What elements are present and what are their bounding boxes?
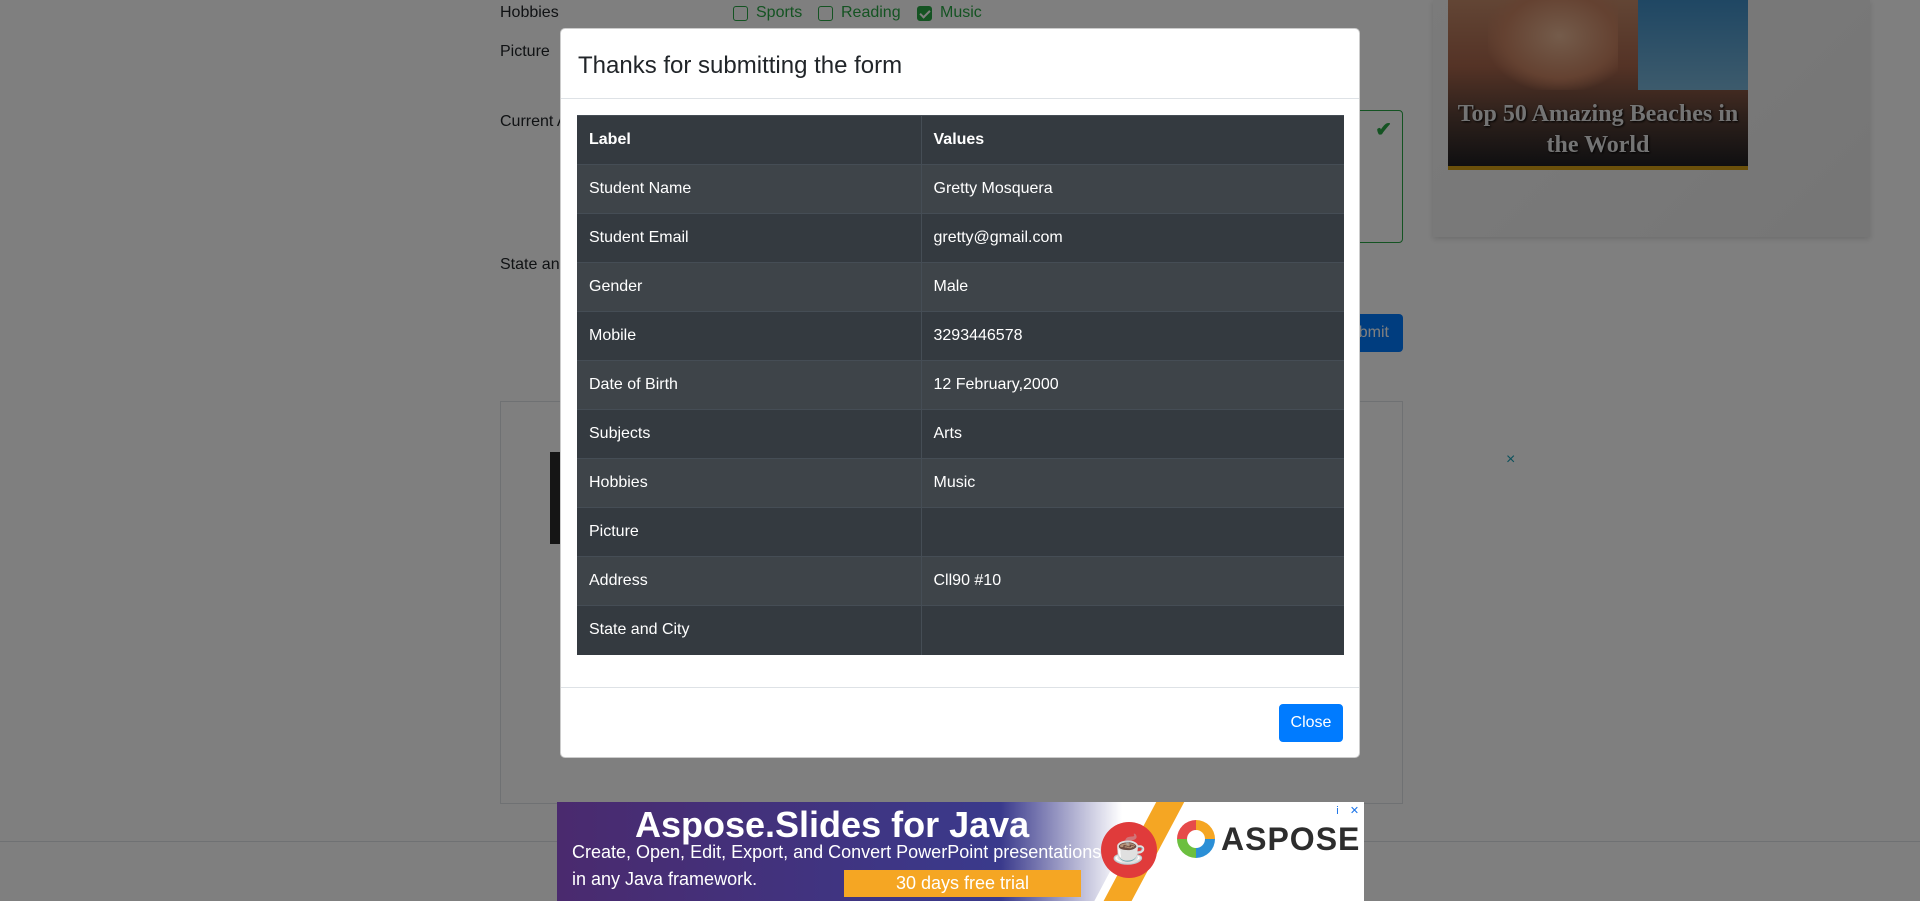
row-label: Student Name	[577, 164, 922, 214]
row-label: Subjects	[577, 409, 922, 459]
results-table: Label Values Student Name Gretty Mosquera…	[577, 115, 1344, 655]
row-label: Mobile	[577, 311, 922, 361]
banner-line-2: in any Java framework.	[572, 869, 758, 889]
submission-modal: Thanks for submitting the form Label Val…	[560, 28, 1360, 758]
table-header-row: Label Values	[577, 115, 1344, 165]
row-value: gretty@gmail.com	[921, 213, 1344, 263]
row-label: Picture	[577, 507, 922, 557]
table-row: Date of Birth 12 February,2000	[577, 360, 1344, 410]
table-row: Mobile 3293446578	[577, 311, 1344, 361]
ad-choices: i ✕	[1330, 804, 1362, 819]
row-value	[921, 507, 1344, 557]
row-label: Date of Birth	[577, 360, 922, 410]
row-label: Address	[577, 556, 922, 606]
table-row: Subjects Arts	[577, 409, 1344, 459]
modal-body: Label Values Student Name Gretty Mosquera…	[561, 99, 1359, 655]
row-value: Gretty Mosquera	[921, 164, 1344, 214]
modal-header: Thanks for submitting the form	[561, 29, 1359, 99]
table-row: Student Email gretty@gmail.com	[577, 213, 1344, 263]
row-value: Male	[921, 262, 1344, 312]
table-row: Student Name Gretty Mosquera	[577, 164, 1344, 214]
row-value: Music	[921, 458, 1344, 508]
row-label: Gender	[577, 262, 922, 312]
aspose-mark-icon	[1177, 820, 1215, 858]
row-value: 3293446578	[921, 311, 1344, 361]
row-value	[921, 605, 1344, 655]
ad-info-icon[interactable]: i	[1330, 804, 1345, 819]
aspose-brand-text: ASPOSE	[1221, 820, 1361, 857]
column-header-values: Values	[921, 115, 1344, 165]
row-label: State and City	[577, 605, 922, 655]
table-row: State and City	[577, 605, 1344, 655]
row-label: Student Email	[577, 213, 922, 263]
column-header-label: Label	[577, 115, 922, 165]
table-row: Picture	[577, 507, 1344, 557]
banner-cta-button[interactable]: 30 days free trial	[844, 870, 1081, 897]
banner-title: Aspose.Slides for Java	[635, 804, 1030, 845]
banner-line-1: Create, Open, Edit, Export, and Convert …	[572, 842, 1102, 862]
aspose-banner-ad[interactable]: Aspose.Slides for Java Create, Open, Edi…	[557, 802, 1364, 901]
row-label: Hobbies	[577, 458, 922, 508]
row-value: Arts	[921, 409, 1344, 459]
table-row: Gender Male	[577, 262, 1344, 312]
aspose-logo: ASPOSE	[1177, 820, 1360, 858]
row-value: Cll90 #10	[921, 556, 1344, 606]
modal-footer: Close	[561, 687, 1359, 757]
modal-title: Thanks for submitting the form	[578, 52, 903, 79]
java-icon: ☕	[1101, 822, 1157, 878]
table-row: Hobbies Music	[577, 458, 1344, 508]
ad-close-icon[interactable]: ✕	[1347, 804, 1362, 819]
close-button[interactable]: Close	[1279, 704, 1343, 742]
row-value: 12 February,2000	[921, 360, 1344, 410]
table-row: Address Cll90 #10	[577, 556, 1344, 606]
